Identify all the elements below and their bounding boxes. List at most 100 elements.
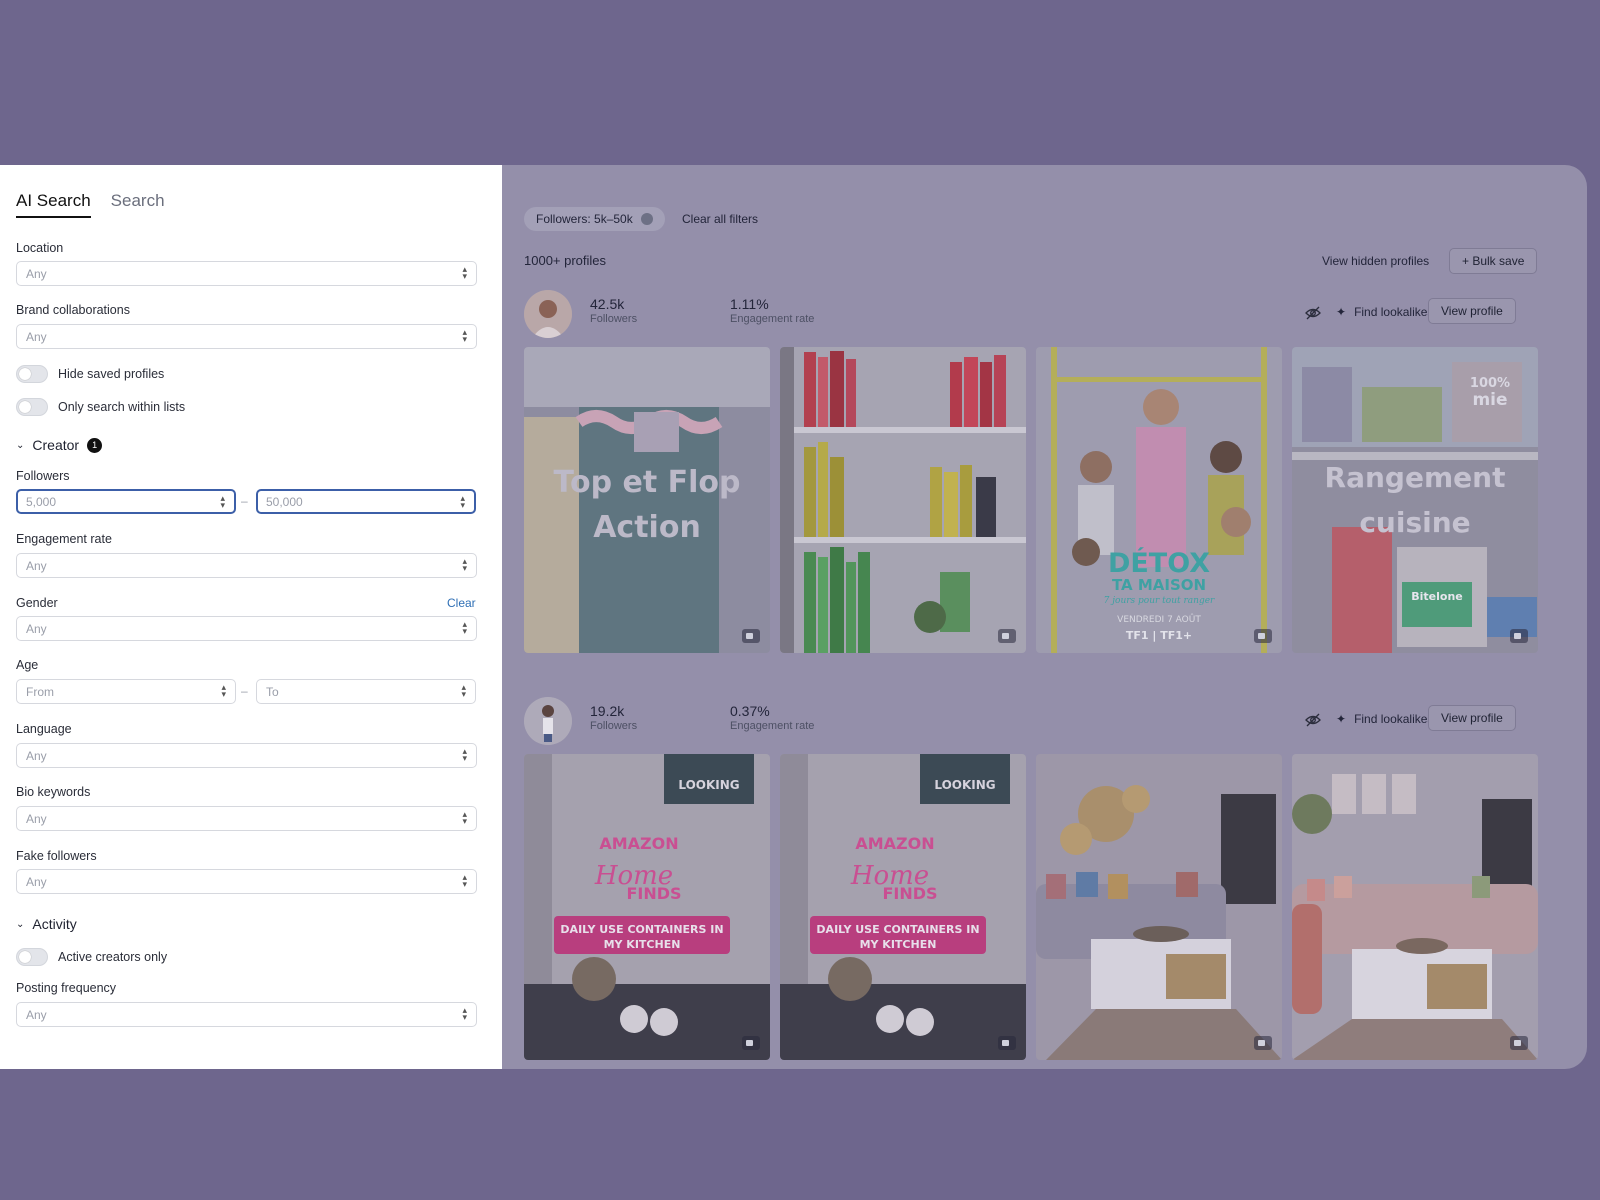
- sort-arrows-icon: ▴ ▾: [462, 556, 467, 573]
- clear-all-filters-link[interactable]: Clear all filters: [682, 212, 758, 226]
- find-lookalikes-button[interactable]: ✦ Find lookalikes: [1336, 305, 1433, 319]
- sort-arrows-icon: ▴ ▾: [462, 872, 467, 889]
- gender-clear-link[interactable]: Clear: [447, 596, 476, 610]
- post-overlay-text: VENDREDI 7 AOÛT: [1117, 613, 1201, 625]
- post-overlay-text: Rangement: [1325, 461, 1506, 494]
- bio-select[interactable]: Any ▴ ▾: [16, 806, 477, 831]
- range-dash: –: [241, 494, 248, 508]
- sort-arrows-icon: ▴ ▾: [462, 746, 467, 763]
- active-only-toggle-row: Active creators only: [16, 948, 167, 966]
- video-camera-icon: [1254, 1036, 1272, 1050]
- sort-arrows-icon: ▴ ▾: [462, 264, 467, 281]
- view-profile-button[interactable]: View profile: [1428, 298, 1516, 324]
- hide-profile-eye-off-icon[interactable]: [1304, 711, 1322, 729]
- post-overlay-text: TF1 | TF1+: [1126, 629, 1192, 642]
- avatar[interactable]: [524, 697, 572, 745]
- post-overlay-text: DÉTOX: [1108, 547, 1210, 579]
- age-label: Age: [16, 658, 39, 672]
- followers-label: Followers: [16, 469, 70, 483]
- post-thumbnail[interactable]: Top et Flop Action: [524, 347, 770, 653]
- post-thumbnail[interactable]: LOOKING AMAZON Home FINDS DAILY USE CONT…: [780, 754, 1026, 1060]
- view-hidden-profiles-link[interactable]: View hidden profiles: [1322, 254, 1429, 268]
- post-overlay-text: Bitelone: [1411, 590, 1463, 603]
- post-overlay-text: FINDS: [626, 884, 681, 903]
- hide-saved-label: Hide saved profiles: [58, 367, 165, 381]
- search-tabs: AI Search Search: [16, 191, 165, 218]
- post-overlay-text: MY KITCHEN: [860, 938, 937, 951]
- sort-arrows-icon: ▴ ▾: [462, 327, 467, 344]
- tab-search[interactable]: Search: [111, 191, 165, 218]
- followers-label: Followers: [590, 720, 638, 732]
- chevron-down-icon: ⌄: [16, 439, 25, 451]
- activity-section-header[interactable]: ⌄ Activity: [16, 916, 77, 932]
- fake-select[interactable]: Any ▴ ▾: [16, 869, 477, 894]
- find-lookalikes-label: Find lookalikes: [1354, 712, 1434, 726]
- posting-value: Any: [26, 1008, 47, 1022]
- post-overlay-text: 100%: [1470, 376, 1510, 391]
- video-camera-icon: [1510, 629, 1528, 643]
- sort-arrows-icon: ▴ ▾: [221, 682, 226, 699]
- view-profile-button[interactable]: View profile: [1428, 705, 1516, 731]
- post-overlay-text: TA MAISON: [1112, 576, 1206, 594]
- sort-arrows-icon: ▴ ▾: [461, 682, 466, 699]
- post-thumbnail[interactable]: LOOKING AMAZON Home FINDS DAILY USE CONT…: [524, 754, 770, 1060]
- posting-select[interactable]: Any ▴ ▾: [16, 1002, 477, 1027]
- video-camera-icon: [1254, 629, 1272, 643]
- followers-max-input[interactable]: 50,000 ▴ ▾: [256, 489, 476, 514]
- post-overlay-text: AMAZON: [599, 834, 678, 853]
- post-overlay-text: cuisine: [1359, 506, 1470, 539]
- engagement-label: Engagement rate: [16, 532, 112, 546]
- engagement-select[interactable]: Any ▴ ▾: [16, 553, 477, 578]
- sort-arrows-icon: ▴ ▾: [462, 1005, 467, 1022]
- post-overlay-text: Action: [593, 510, 701, 545]
- sparkle-icon: ✦: [1336, 305, 1347, 319]
- active-only-toggle[interactable]: [16, 948, 48, 966]
- followers-min-value: 5,000: [26, 495, 57, 509]
- video-camera-icon: [1510, 1036, 1528, 1050]
- chevron-down-icon: ⌄: [16, 918, 25, 930]
- language-value: Any: [26, 749, 47, 763]
- location-select[interactable]: Any ▴ ▾: [16, 261, 477, 286]
- post-thumbnail[interactable]: DÉTOX TA MAISON 7 jours pour tout ranger…: [1036, 347, 1282, 653]
- video-camera-icon: [998, 629, 1016, 643]
- sort-arrows-icon: ▴ ▾: [462, 619, 467, 636]
- creator-section-title: Creator: [32, 437, 80, 453]
- find-lookalikes-button[interactable]: ✦ Find lookalikes: [1336, 712, 1433, 726]
- hide-saved-toggle[interactable]: [16, 365, 48, 383]
- post-overlay-text: 7 jours pour tout ranger: [1104, 596, 1215, 606]
- age-from-value: From: [26, 685, 54, 699]
- remove-filter-icon[interactable]: [640, 213, 653, 225]
- post-thumbnails: LOOKING AMAZON Home FINDS DAILY USE CONT…: [524, 754, 1538, 1060]
- followers-stat: 42.5k Followers: [590, 296, 637, 325]
- creator-section-header[interactable]: ⌄ Creator 1: [16, 437, 103, 453]
- profile-count: 1000+ profiles: [524, 253, 607, 268]
- post-overlay-text: DAILY USE CONTAINERS IN: [560, 923, 723, 936]
- post-thumbnail[interactable]: [780, 347, 1026, 653]
- brand-select[interactable]: Any ▴ ▾: [16, 324, 477, 349]
- profile-card: 19.2k Followers 0.37% Engagement rate ✦ …: [524, 697, 1542, 1065]
- bulk-save-button[interactable]: + Bulk save: [1449, 248, 1538, 274]
- engagement-label: Engagement rate: [730, 720, 815, 732]
- avatar[interactable]: [524, 290, 572, 338]
- brand-value: Any: [26, 330, 47, 344]
- video-camera-icon: [742, 629, 760, 643]
- age-to-select[interactable]: To ▴ ▾: [256, 679, 476, 704]
- location-value: Any: [26, 267, 47, 281]
- active-filter-chip[interactable]: Followers: 5k–50k: [524, 207, 665, 231]
- post-thumbnail[interactable]: 100% mie Rangement cuisine Bitelone: [1292, 347, 1538, 653]
- age-from-select[interactable]: From ▴ ▾: [16, 679, 236, 704]
- post-thumbnail[interactable]: [1292, 754, 1538, 1060]
- followers-min-input[interactable]: 5,000 ▴ ▾: [16, 489, 236, 514]
- gender-value: Any: [26, 622, 47, 636]
- only-lists-toggle[interactable]: [16, 398, 48, 416]
- find-lookalikes-label: Find lookalikes: [1354, 305, 1434, 319]
- post-overlay-text: LOOKING: [934, 778, 995, 792]
- engagement-value: Any: [26, 559, 47, 573]
- engagement-value: 0.37%: [730, 703, 770, 719]
- hide-profile-eye-off-icon[interactable]: [1304, 304, 1322, 322]
- gender-select[interactable]: Any ▴ ▾: [16, 616, 477, 641]
- post-thumbnail[interactable]: [1036, 754, 1282, 1060]
- tab-ai-search[interactable]: AI Search: [16, 191, 91, 218]
- engagement-stat: 1.11% Engagement rate: [730, 296, 814, 325]
- language-select[interactable]: Any ▴ ▾: [16, 743, 477, 768]
